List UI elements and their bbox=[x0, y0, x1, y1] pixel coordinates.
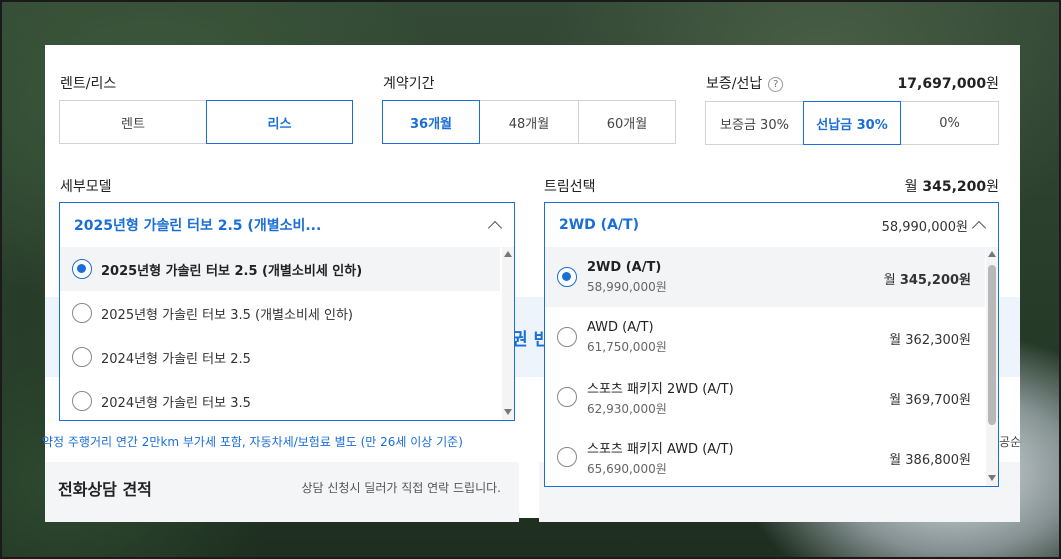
trim-monthly-value: 369,700원 bbox=[905, 393, 971, 408]
rent-lease-label: 렌트/리스 bbox=[60, 76, 117, 92]
trim-monthly-prefix: 월 bbox=[889, 333, 902, 348]
sub-model-option[interactable]: 2024년형 가솔린 터보 2.5 bbox=[60, 335, 500, 379]
period-60-option[interactable]: 60개월 bbox=[578, 100, 676, 144]
scroll-up-icon[interactable] bbox=[988, 251, 996, 257]
trim-price: 65,690,000원 bbox=[587, 461, 667, 476]
sub-model-option-label: 2024년형 가솔린 터보 2.5 bbox=[101, 351, 251, 367]
lease-option[interactable]: 리스 bbox=[206, 100, 353, 144]
trim-monthly-unit: 원 bbox=[986, 179, 999, 195]
right-cut-text: 공순 bbox=[999, 435, 1022, 449]
trim-monthly-prefix: 월 bbox=[904, 179, 918, 195]
deposit-label: 보증/선납 bbox=[706, 76, 763, 92]
sub-model-list: 2025년형 가솔린 터보 2.5 (개별소비세 인하) 2025년형 가솔린 … bbox=[59, 247, 515, 421]
sub-model-selected: 2025년형 가솔린 터보 2.5 (개별소비... bbox=[74, 218, 322, 234]
sub-model-option[interactable]: 2025년형 가솔린 터보 3.5 (개별소비세 인하) bbox=[60, 291, 500, 335]
trim-monthly-prefix: 월 bbox=[889, 453, 902, 468]
trim-price: 61,750,000원 bbox=[587, 339, 667, 354]
trim-option[interactable]: AWD (A/T) 61,750,000원 월 362,300원 bbox=[545, 307, 985, 367]
sub-model-option-label: 2025년형 가솔린 터보 2.5 (개별소비세 인하) bbox=[101, 263, 363, 279]
phone-consult-card[interactable]: 전화상담 견적 상담 신청시 딜러가 직접 연락 드립니다. bbox=[45, 462, 519, 522]
trim-option[interactable]: 스포츠 패키지 2WD (A/T) 62,930,000원 월 369,700원 bbox=[545, 367, 985, 427]
background-photo: 렌트/리스 계약기간 보증/선납? 17,697,000원 렌트 리스 36개월… bbox=[0, 0, 1061, 559]
scroll-thumb[interactable] bbox=[988, 265, 996, 425]
trim-monthly: 월 369,700원 bbox=[889, 389, 971, 408]
trim-monthly-prefix: 월 bbox=[883, 273, 896, 288]
trim-option[interactable]: 스포츠 패키지 AWD (A/T) 65,690,000원 월 386,800원 bbox=[545, 427, 985, 486]
trim-option-text: 스포츠 패키지 AWD (A/T) 65,690,000원 bbox=[587, 438, 734, 477]
quote-panel: 렌트/리스 계약기간 보증/선납? 17,697,000원 렌트 리스 36개월… bbox=[42, 45, 1022, 522]
radio-icon bbox=[72, 303, 92, 323]
period-36-option[interactable]: 36개월 bbox=[382, 100, 480, 144]
prepay-30-option[interactable]: 선납금 30% bbox=[803, 101, 901, 145]
scroll-up-icon[interactable] bbox=[504, 251, 512, 257]
trim-monthly-value: 362,300원 bbox=[905, 333, 971, 348]
sub-model-label: 세부모델 bbox=[60, 179, 112, 195]
trim-monthly-value: 345,200 bbox=[922, 179, 987, 195]
sub-model-option[interactable]: 2025년형 가솔린 터보 2.5 (개별소비세 인하) bbox=[60, 247, 500, 291]
radio-checked-icon bbox=[557, 267, 577, 287]
trim-option-text: AWD (A/T) 61,750,000원 bbox=[587, 320, 667, 355]
chevron-up-icon bbox=[487, 220, 503, 235]
terms-note: 약정 주행거리 연간 2만km 부가세 포함, 자동차세/보험료 별도 (만 2… bbox=[42, 435, 463, 449]
trim-monthly: 월 345,200원 bbox=[884, 269, 971, 288]
trim-name: 스포츠 패키지 AWD (A/T) bbox=[587, 441, 734, 457]
sub-model-option-label: 2025년형 가솔린 터보 3.5 (개별소비세 인하) bbox=[101, 307, 354, 323]
radio-icon bbox=[72, 347, 92, 367]
trim-name: AWD (A/T) bbox=[587, 319, 654, 335]
period-48-option[interactable]: 48개월 bbox=[479, 100, 579, 144]
trim-dropdown[interactable]: 2WD (A/T) 58,990,000원 bbox=[544, 202, 999, 248]
trim-monthly-amount: 월 345,200원 bbox=[905, 176, 999, 196]
phone-consult-title: 전화상담 견적 bbox=[58, 480, 152, 499]
trim-option-text: 2WD (A/T) 58,990,000원 bbox=[587, 260, 667, 295]
help-icon[interactable]: ? bbox=[768, 77, 784, 92]
deposit-amount: 17,697,000원 bbox=[898, 73, 999, 93]
trim-selected-price: 58,990,000원 bbox=[881, 219, 968, 235]
trim-option-text: 스포츠 패키지 2WD (A/T) 62,930,000원 bbox=[587, 378, 734, 417]
trim-price: 62,930,000원 bbox=[587, 401, 667, 416]
trim-monthly: 월 386,800원 bbox=[889, 449, 971, 468]
trim-monthly-prefix: 월 bbox=[889, 393, 902, 408]
sub-model-option-label: 2024년형 가솔린 터보 3.5 bbox=[101, 395, 251, 411]
deposit-amount-value: 17,697,000 bbox=[897, 76, 987, 92]
radio-checked-icon bbox=[72, 259, 92, 279]
trim-name: 스포츠 패키지 2WD (A/T) bbox=[587, 381, 734, 397]
sub-model-option[interactable]: 2024년형 가솔린 터보 3.5 bbox=[60, 379, 500, 420]
trim-list: 2WD (A/T) 58,990,000원 월 345,200원 AWD (A/… bbox=[544, 247, 999, 487]
rent-option[interactable]: 렌트 bbox=[59, 100, 207, 144]
trim-label: 트림선택 bbox=[544, 179, 596, 195]
trim-monthly-value: 345,200원 bbox=[899, 273, 971, 288]
trim-monthly-value: 386,800원 bbox=[905, 453, 971, 468]
radio-icon bbox=[557, 327, 577, 347]
trim-name: 2WD (A/T) bbox=[587, 259, 662, 275]
sub-model-dropdown[interactable]: 2025년형 가솔린 터보 2.5 (개별소비... bbox=[59, 202, 515, 248]
radio-icon bbox=[72, 391, 92, 411]
phone-consult-desc: 상담 신청시 딜러가 직접 연락 드립니다. bbox=[301, 481, 501, 495]
sub-model-scrollbar[interactable] bbox=[502, 247, 514, 420]
deposit-amount-unit: 원 bbox=[986, 76, 999, 92]
radio-icon bbox=[557, 447, 577, 467]
deposit-0-option[interactable]: 0% bbox=[900, 101, 999, 145]
trim-option[interactable]: 2WD (A/T) 58,990,000원 월 345,200원 bbox=[545, 247, 985, 307]
contract-period-label: 계약기간 bbox=[383, 76, 435, 92]
scroll-down-icon[interactable] bbox=[988, 475, 996, 481]
radio-icon bbox=[557, 387, 577, 407]
trim-monthly: 월 362,300원 bbox=[889, 329, 971, 348]
chevron-up-icon bbox=[971, 220, 987, 235]
scroll-down-icon[interactable] bbox=[504, 409, 512, 415]
trim-selected: 2WD (A/T) bbox=[559, 217, 639, 233]
trim-price: 58,990,000원 bbox=[587, 279, 667, 294]
trim-scrollbar[interactable] bbox=[986, 247, 998, 486]
deposit-30-option[interactable]: 보증금 30% bbox=[705, 101, 804, 145]
deposit-label-wrap: 보증/선납? bbox=[706, 73, 784, 93]
